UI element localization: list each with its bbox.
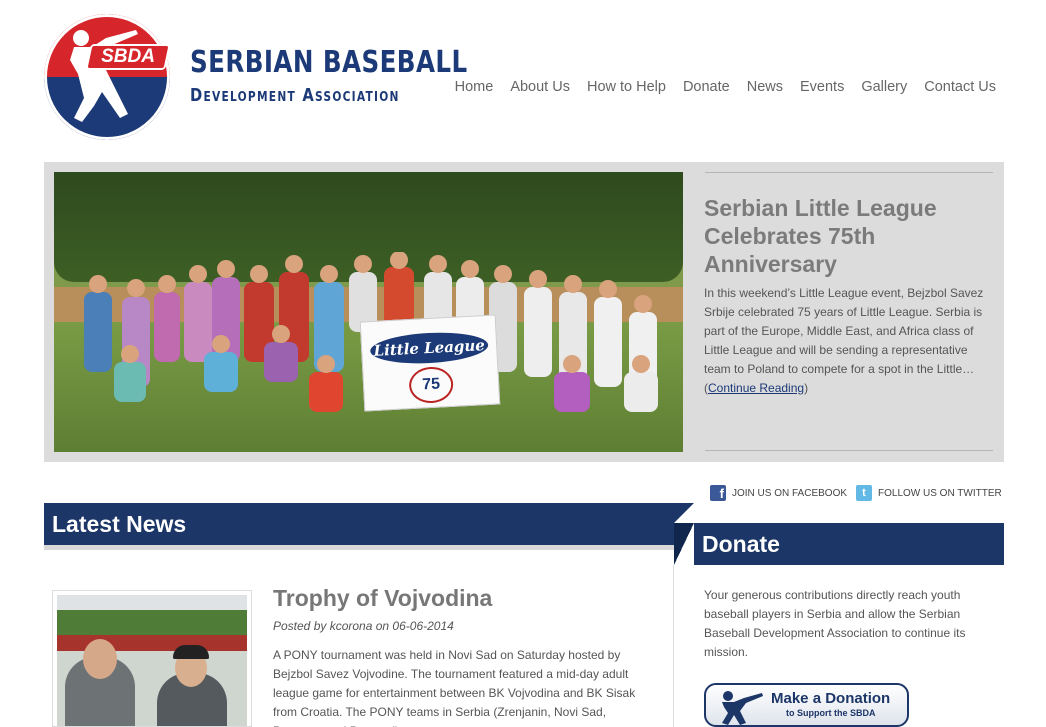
column-divider: [673, 565, 674, 727]
make-donation-button[interactable]: Make a Donation to Support the SBDA: [704, 683, 909, 727]
post-meta-mid: on: [372, 619, 393, 633]
banner-logo-text: Little League: [369, 329, 489, 367]
continue-reading-link[interactable]: Continue Reading: [708, 381, 804, 395]
banner-75-number: 75: [408, 365, 455, 405]
logo-badge-text: SBDA: [101, 46, 155, 67]
slide-title[interactable]: Serbian Little League Celebrates 75th An…: [704, 194, 974, 278]
twitter-link[interactable]: t FOLLOW US ON TWITTER: [856, 485, 1002, 501]
donate-description: Your generous contributions directly rea…: [704, 588, 966, 659]
facebook-icon: f: [710, 485, 726, 501]
nav-donate[interactable]: Donate: [683, 79, 730, 95]
nav-about-us[interactable]: About Us: [510, 79, 570, 95]
nav-gallery[interactable]: Gallery: [861, 79, 907, 95]
post-meta: Posted by kcorona on 06-06-2014: [273, 619, 454, 633]
post-author: kcorona: [329, 619, 373, 633]
donate-button-line2: to Support the SBDA: [786, 708, 876, 718]
twitter-icon: t: [856, 485, 872, 501]
slide-excerpt-text: In this weekend’s Little League event, B…: [704, 286, 984, 395]
post-meta-prefix: Posted by: [273, 619, 330, 633]
latest-news-header: Latest News: [44, 503, 674, 545]
slide-top-rule: [705, 172, 993, 173]
featured-slider: Little League 75 Serbian Little League C…: [44, 162, 1004, 462]
facebook-link[interactable]: f JOIN US ON FACEBOOK: [710, 485, 847, 501]
facebook-label: JOIN US ON FACEBOOK: [732, 487, 848, 499]
post-thumbnail[interactable]: [52, 590, 252, 727]
logo-badge: SBDA: [85, 44, 171, 70]
nav-events[interactable]: Events: [800, 79, 844, 95]
slide-bottom-rule: [705, 450, 993, 451]
donate-header: Donate: [694, 523, 1004, 565]
twitter-label: FOLLOW US ON TWITTER: [878, 487, 1002, 499]
logo[interactable]: [44, 14, 170, 140]
donate-heading: Donate: [702, 531, 780, 557]
post-excerpt: A PONY tournament was held in Novi Sad o…: [273, 648, 636, 727]
brand-subtitle[interactable]: Development Association: [190, 85, 400, 106]
nav-home[interactable]: Home: [455, 79, 494, 95]
slide-excerpt: In this weekend’s Little League event, B…: [704, 284, 984, 398]
logo-ring: [44, 14, 170, 140]
brand-title[interactable]: SERBIAN BASEBALL: [190, 45, 468, 80]
nav-contact-us[interactable]: Contact Us: [924, 79, 996, 95]
little-league-banner: Little League 75: [359, 314, 501, 412]
slide-excerpt-close: ): [804, 381, 809, 395]
post-date: 06-06-2014: [392, 619, 454, 633]
batter-icon: [722, 691, 763, 725]
header-ribbon-fold: [674, 503, 694, 523]
featured-photo[interactable]: Little League 75: [54, 172, 683, 452]
nav-how-to-help[interactable]: How to Help: [587, 79, 666, 95]
post-title[interactable]: Trophy of Vojvodina: [273, 585, 492, 612]
post-thumbnail-image: [57, 595, 247, 726]
thumb-cap: [173, 645, 209, 659]
nav-news[interactable]: News: [747, 79, 783, 95]
main-nav: Home About Us How to Help Donate News Ev…: [455, 79, 996, 95]
latest-news-underline: [44, 545, 674, 550]
thumb-head-left: [83, 639, 117, 679]
donate-button-line1: Make a Donation: [771, 690, 891, 707]
header-ribbon-fold-shadow: [674, 523, 694, 565]
latest-news-heading: Latest News: [52, 511, 187, 537]
